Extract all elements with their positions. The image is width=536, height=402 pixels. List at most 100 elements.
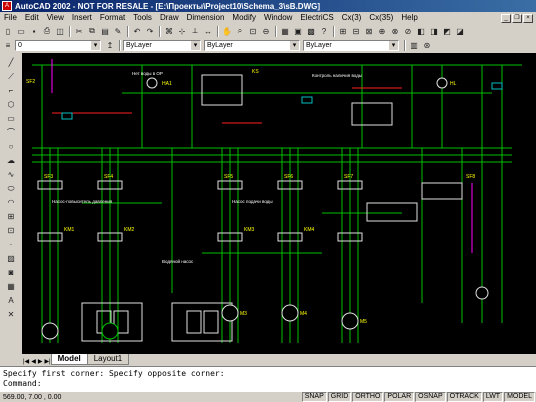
zoom-previous-icon[interactable]: ⊖ bbox=[260, 25, 272, 37]
command-prompt[interactable]: Command: bbox=[3, 379, 533, 389]
ecs-tool-4-icon[interactable]: ⊕ bbox=[376, 25, 388, 37]
close-icon[interactable]: × bbox=[523, 13, 533, 23]
zoom-realtime-icon[interactable]: ⌕ bbox=[234, 25, 246, 37]
paste-icon[interactable]: ▤ bbox=[99, 25, 111, 37]
grid-toggle[interactable]: GRID bbox=[327, 392, 352, 402]
menu-insert[interactable]: Insert bbox=[68, 12, 96, 24]
layer-manager-icon[interactable]: ≡ bbox=[2, 39, 14, 51]
ecs-tool-6-icon[interactable]: ⊘ bbox=[402, 25, 414, 37]
design-center-icon[interactable]: ▣ bbox=[292, 25, 304, 37]
make-layer-current-icon[interactable]: ↥ bbox=[104, 39, 116, 51]
make-block-icon[interactable]: ⊡ bbox=[4, 224, 18, 237]
help-icon[interactable]: ? bbox=[318, 25, 330, 37]
undo-icon[interactable]: ↶ bbox=[131, 25, 143, 37]
open-file-icon[interactable]: ▭ bbox=[15, 25, 27, 37]
menu-format[interactable]: Format bbox=[96, 12, 129, 24]
save-icon[interactable]: ▪ bbox=[28, 25, 40, 37]
menu-view[interactable]: View bbox=[43, 12, 68, 24]
ucs-icon[interactable]: ⟂ bbox=[189, 25, 201, 37]
mtext-icon[interactable]: A bbox=[4, 294, 18, 307]
copy-icon[interactable]: ⧉ bbox=[86, 25, 98, 37]
hyperlink-icon[interactable]: ⌘ bbox=[163, 25, 175, 37]
color-dropdown[interactable]: ByLayer bbox=[123, 39, 201, 51]
preview-icon[interactable]: ◫ bbox=[54, 25, 66, 37]
plotstyle-icon[interactable]: ▥ bbox=[408, 39, 420, 51]
insert-block-icon[interactable]: ⊞ bbox=[4, 210, 18, 223]
polyline-icon[interactable]: ⌐ bbox=[4, 84, 18, 97]
new-file-icon[interactable]: ▯ bbox=[2, 25, 14, 37]
menu-help[interactable]: Help bbox=[397, 12, 421, 24]
zoom-window-icon[interactable]: ⊡ bbox=[247, 25, 259, 37]
modify-erase-icon[interactable]: ✕ bbox=[4, 308, 18, 321]
osnap-icon[interactable]: ⊹ bbox=[176, 25, 188, 37]
hatch-icon[interactable]: ▨ bbox=[4, 252, 18, 265]
extra-tool-icon[interactable]: ⊛ bbox=[421, 39, 433, 51]
redo-icon[interactable]: ↷ bbox=[144, 25, 156, 37]
ortho-toggle[interactable]: ORTHO bbox=[352, 392, 384, 402]
ecs-tool-3-icon[interactable]: ⊠ bbox=[363, 25, 375, 37]
tab-layout1[interactable]: Layout1 bbox=[86, 354, 130, 365]
lwt-toggle[interactable]: LWT bbox=[482, 392, 504, 402]
ecs-tool-1-icon[interactable]: ⊞ bbox=[337, 25, 349, 37]
rectangle-icon[interactable]: ▭ bbox=[4, 112, 18, 125]
color-value: ByLayer bbox=[126, 41, 152, 49]
revision-cloud-icon[interactable]: ☁ bbox=[4, 154, 18, 167]
menu-edit[interactable]: Edit bbox=[21, 12, 43, 24]
snap-toggle[interactable]: SNAP bbox=[301, 392, 327, 402]
ecs-tool-8-icon[interactable]: ◨ bbox=[428, 25, 440, 37]
ecs-tool-2-icon[interactable]: ⊟ bbox=[350, 25, 362, 37]
point-icon[interactable]: · bbox=[4, 238, 18, 251]
label-m4: M4 bbox=[300, 311, 307, 317]
menu-cx3[interactable]: Cx(3) bbox=[338, 12, 366, 24]
menu-cx35[interactable]: Cx(35) bbox=[365, 12, 397, 24]
ellipse-icon[interactable]: ⬭ bbox=[4, 182, 18, 195]
ecs-tool-9-icon[interactable]: ◩ bbox=[441, 25, 453, 37]
arc-icon[interactable]: ⌒ bbox=[4, 126, 18, 139]
match-properties-icon[interactable]: ✎ bbox=[112, 25, 124, 37]
menu-modify[interactable]: Modify bbox=[228, 12, 260, 24]
ecs-tool-7-icon[interactable]: ◧ bbox=[415, 25, 427, 37]
line-icon[interactable]: ╱ bbox=[4, 56, 18, 69]
ecs-tool-10-icon[interactable]: ◪ bbox=[454, 25, 466, 37]
print-icon[interactable]: ⎙ bbox=[41, 25, 53, 37]
region-icon[interactable]: ◙ bbox=[4, 266, 18, 279]
prev-tab-icon[interactable]: ◀ bbox=[30, 358, 37, 365]
menu-draw[interactable]: Draw bbox=[156, 12, 183, 24]
next-tab-icon[interactable]: ▶ bbox=[37, 358, 44, 365]
menu-window[interactable]: Window bbox=[260, 12, 296, 24]
spline-icon[interactable]: ∿ bbox=[4, 168, 18, 181]
menu-tools[interactable]: Tools bbox=[129, 12, 156, 24]
draw-toolbar: ╱ ⟋ ⌐ ⬡ ▭ ⌒ ○ ☁ ∿ ⬭ ◠ ⊞ ⊡ · ▨ ◙ ▦ A ✕ bbox=[0, 54, 22, 354]
model-toggle[interactable]: MODEL bbox=[504, 392, 535, 402]
polygon-icon[interactable]: ⬡ bbox=[4, 98, 18, 111]
polar-toggle[interactable]: POLAR bbox=[384, 392, 415, 402]
osnap-toggle[interactable]: OSNAP bbox=[415, 392, 446, 402]
otrack-toggle[interactable]: OTRACK bbox=[446, 392, 482, 402]
first-tab-icon[interactable]: |◀ bbox=[22, 358, 30, 365]
minimize-icon[interactable]: _ bbox=[501, 13, 511, 23]
properties-icon[interactable]: ▦ bbox=[279, 25, 291, 37]
command-window[interactable]: Specify first corner: Specify opposite c… bbox=[0, 366, 536, 392]
ellipse-arc-icon[interactable]: ◠ bbox=[4, 196, 18, 209]
circle-icon[interactable]: ○ bbox=[4, 140, 18, 153]
ecs-tool-5-icon[interactable]: ⊗ bbox=[389, 25, 401, 37]
lineweight-dropdown[interactable]: ByLayer bbox=[303, 39, 399, 51]
menu-dimension[interactable]: Dimension bbox=[183, 12, 229, 24]
dist-icon[interactable]: ↔ bbox=[202, 25, 214, 37]
layer-value: 0 bbox=[18, 41, 22, 49]
construction-line-icon[interactable]: ⟋ bbox=[4, 70, 18, 83]
linetype-dropdown[interactable]: ByLayer bbox=[204, 39, 300, 51]
tab-model[interactable]: Model bbox=[50, 354, 88, 365]
autocad-app-icon[interactable]: A bbox=[2, 1, 12, 11]
tool-palette-icon[interactable]: ▩ bbox=[305, 25, 317, 37]
drawing-canvas[interactable]: SF2 SF3 SF4 SF5 SF6 SF7 SF8 KM1 KM2 KM3 … bbox=[22, 53, 536, 354]
table-icon[interactable]: ▦ bbox=[4, 280, 18, 293]
toolbar-separator bbox=[217, 25, 219, 37]
menu-file[interactable]: File bbox=[0, 12, 21, 24]
menu-electrics[interactable]: ElectriCS bbox=[296, 12, 337, 24]
layer-dropdown[interactable]: 0 bbox=[15, 39, 101, 51]
document-window-controls: _ ❐ × bbox=[501, 13, 536, 23]
cut-icon[interactable]: ✂ bbox=[73, 25, 85, 37]
pan-icon[interactable]: ✋ bbox=[221, 25, 233, 37]
restore-icon[interactable]: ❐ bbox=[512, 13, 522, 23]
